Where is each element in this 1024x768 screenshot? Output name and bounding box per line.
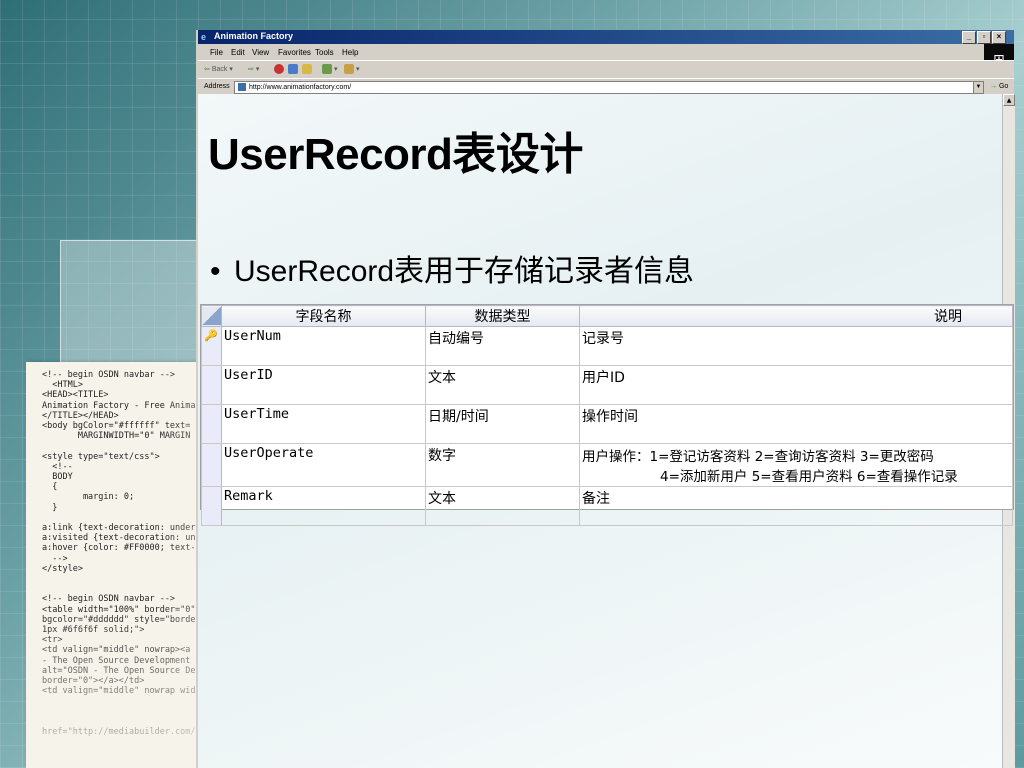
table-row[interactable]: UserTime 日期/时间 操作时间	[201, 404, 1013, 444]
scroll-up-button[interactable]: ▲	[1003, 94, 1015, 106]
stop-icon	[274, 64, 284, 75]
mail-icon	[344, 64, 354, 75]
description-line-2: 4=添加新用户 5=查看用户资料 6=查看操作记录	[660, 469, 958, 485]
address-input[interactable]: http://www.animationfactory.com/ ▼	[234, 81, 984, 94]
menu-bar: File Edit View Favorites Tools Help ⊞	[198, 44, 1014, 74]
header-data-type: 数据类型	[425, 305, 580, 327]
window-title: Animation Factory	[214, 31, 294, 41]
field-name-cell[interactable]: UserNum	[221, 326, 426, 366]
bullet-dot: •	[210, 255, 221, 288]
data-type-cell[interactable]: 自动编号	[425, 326, 580, 366]
address-bar: Address http://www.animationfactory.com/…	[198, 78, 1014, 95]
go-arrow-icon: →	[990, 83, 997, 90]
row-selector[interactable]	[201, 486, 222, 526]
mail-button[interactable]: ▾	[344, 64, 359, 76]
home-button[interactable]	[302, 64, 312, 76]
stop-button[interactable]	[274, 64, 284, 76]
primary-key-icon: 🔑	[204, 329, 218, 342]
field-name-cell[interactable]: UserTime	[221, 404, 426, 444]
menu-favorites[interactable]: Favorites	[278, 48, 311, 57]
menu-help[interactable]: Help	[342, 48, 358, 57]
field-name-cell[interactable]: UserID	[221, 365, 426, 405]
table-row[interactable]: Remark 文本 备注	[201, 486, 1013, 526]
ie-logo-icon: e	[201, 32, 207, 42]
data-type-cell[interactable]: 日期/时间	[425, 404, 580, 444]
bullet-item: • UserRecord表用于存储记录者信息	[210, 246, 694, 290]
description-line-1: 用户操作：1=登记访客资料 2=查询访客资料 3=更改密码	[582, 449, 934, 465]
address-label: Address	[204, 83, 230, 90]
table-header-row: 字段名称 数据类型 说明	[201, 305, 1013, 327]
row-selector[interactable]	[201, 365, 222, 405]
menu-file[interactable]: File	[210, 48, 223, 57]
go-button[interactable]: → Go	[990, 83, 1008, 90]
bullet-text: UserRecord表用于存储记录者信息	[234, 255, 695, 288]
menu-edit[interactable]: Edit	[231, 48, 245, 57]
description-cell[interactable]: 用户操作：1=登记访客资料 2=查询访客资料 3=更改密码 4=添加新用户 5=查…	[579, 443, 1013, 487]
menu-view[interactable]: View	[252, 48, 269, 57]
search-icon	[322, 64, 332, 75]
row-selector[interactable]: 🔑	[201, 326, 222, 366]
minimize-button[interactable]: _	[962, 31, 976, 44]
field-name-cell[interactable]: Remark	[221, 486, 426, 526]
address-dropdown-button[interactable]: ▼	[973, 82, 983, 93]
browser-titlebar: e Animation Factory _ ▫ ×	[198, 30, 1014, 44]
close-button[interactable]: ×	[992, 31, 1006, 44]
forward-arrow-icon: ⇨	[248, 66, 254, 73]
refresh-button[interactable]	[288, 64, 298, 76]
data-type-cell[interactable]: 文本	[425, 486, 580, 526]
back-button[interactable]: ⇦ Back ▾	[204, 64, 233, 76]
table-row[interactable]: 🔑 UserNum 自动编号 记录号	[201, 326, 1013, 366]
data-type-cell[interactable]: 数字	[425, 443, 580, 487]
home-icon	[302, 64, 312, 75]
search-button[interactable]: ▾	[322, 64, 337, 76]
description-cell[interactable]: 操作时间	[579, 404, 1013, 444]
header-description: 说明	[579, 305, 1013, 327]
table-row[interactable]: UserOperate 数字 用户操作：1=登记访客资料 2=查询访客资料 3=…	[201, 443, 1013, 487]
browser-toolbar: ⇦ Back ▾ ⇨ ▾ ▾ ▾	[198, 60, 1014, 79]
slide-title: UserRecord表设计	[208, 130, 583, 179]
address-value: http://www.animationfactory.com/	[249, 84, 352, 91]
restore-button[interactable]: ▫	[977, 31, 991, 44]
row-selector[interactable]	[201, 404, 222, 444]
description-cell[interactable]: 用户ID	[579, 365, 1013, 405]
menu-tools[interactable]: Tools	[315, 48, 334, 57]
description-cell[interactable]: 备注	[579, 486, 1013, 526]
field-name-cell[interactable]: UserOperate	[221, 443, 426, 487]
row-selector[interactable]	[201, 443, 222, 487]
header-field-name: 字段名称	[221, 305, 426, 327]
table-row[interactable]: UserID 文本 用户ID	[201, 365, 1013, 405]
back-arrow-icon: ⇦	[204, 66, 210, 73]
description-cell[interactable]: 记录号	[579, 326, 1013, 366]
page-icon	[238, 83, 246, 92]
forward-button[interactable]: ⇨ ▾	[248, 64, 259, 76]
select-all-corner[interactable]	[201, 305, 222, 327]
table-design-grid: 字段名称 数据类型 说明 🔑 UserNum 自动编号 记录号 UserID 文…	[200, 304, 1014, 526]
data-type-cell[interactable]: 文本	[425, 365, 580, 405]
refresh-icon	[288, 64, 298, 75]
